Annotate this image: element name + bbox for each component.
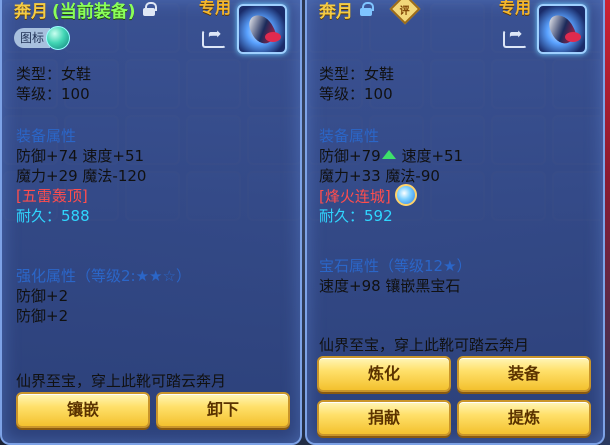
equipped-status: (当前装备) (52, 1, 136, 22)
appraisal-seal-icon: 评 (389, 0, 421, 25)
badge-label: 图标 (14, 28, 51, 48)
flavor-text: 仙界至宝，穿上此靴可踏云奔月 (16, 372, 227, 390)
refine-button[interactable]: 炼化 (317, 356, 451, 392)
attr-line: 魔力+29 魔法-120 (16, 167, 147, 185)
orb-icon (46, 26, 71, 50)
boots-item-icon (237, 4, 287, 54)
lock-icon[interactable] (142, 2, 157, 16)
equip-attr-heading: 装备属性 (16, 127, 77, 145)
gem-line: 速度+98 镶嵌黑宝石 (319, 277, 461, 295)
enhance-line: 防御+2 (16, 307, 69, 325)
equip-attr-heading: 装备属性 (319, 127, 380, 145)
unequip-button[interactable]: 卸下 (156, 392, 290, 428)
item-type: 类型：女鞋 (319, 65, 395, 83)
attr-line: 魔力+33 魔法-90 (319, 167, 440, 185)
extract-button[interactable]: 提炼 (457, 400, 591, 436)
equipped-item-tooltip: 奔月 (当前装备) 专用 图标 类型：女鞋 等级：100 装备属性 防御+74 … (0, 0, 302, 445)
special-effect: [烽火连城] (319, 187, 391, 206)
share-icon[interactable] (202, 24, 226, 48)
item-level: 等级：100 (16, 85, 90, 103)
item-title: 奔月 (当前装备) (14, 0, 157, 22)
flavor-text: 仙界至宝，穿上此靴可踏云奔月 (319, 336, 530, 354)
inlay-button[interactable]: 镶嵌 (16, 392, 150, 428)
special-effect: [五雷轰顶] (16, 187, 88, 205)
item-attributes: 类型：女鞋 等级：100 (16, 64, 91, 104)
defense-value: 防御+79 (319, 147, 381, 165)
equip-attributes: 装备属性 防御+74 速度+51 魔力+29 魔法-120 [五雷轰顶] 耐久：… (16, 126, 146, 226)
enhance-attributes: 强化属性（等级2:★★☆） 防御+2 防御+2 (16, 266, 191, 326)
attr-line: 防御+74 速度+51 (16, 147, 145, 165)
equip-attributes: 装备属性 防御+79 速度+51 魔力+33 魔法-90 [烽火连城] 耐久：5… (319, 126, 463, 226)
refresh-icon[interactable] (394, 184, 417, 206)
enhance-line: 防御+2 (16, 287, 69, 305)
item-name: 奔月 (14, 1, 48, 22)
speed-value: 速度+51 (401, 147, 464, 165)
equip-button[interactable]: 装备 (457, 356, 591, 392)
attr-line: 防御+79 速度+51 (319, 146, 463, 166)
icon-badge[interactable]: 图标 (14, 26, 71, 50)
exclusive-label: 专用 (499, 0, 532, 17)
durability: 耐久：588 (16, 207, 90, 225)
donate-button[interactable]: 捐献 (317, 400, 451, 436)
gem-attributes: 宝石属性（等级12★） 速度+98 镶嵌黑宝石 (319, 256, 472, 296)
item-title: 奔月 评 (319, 0, 421, 25)
item-name: 奔月 (319, 1, 353, 22)
enhance-heading: 强化属性（等级2:★★☆） (16, 267, 191, 285)
boots-item-icon (537, 4, 587, 54)
item-level: 等级：100 (319, 85, 393, 103)
durability: 耐久：592 (319, 207, 393, 225)
gem-heading: 宝石属性（等级12★） (319, 257, 472, 275)
lock-icon[interactable] (360, 2, 374, 16)
arrow-up-icon (381, 150, 396, 159)
exclusive-label: 专用 (199, 0, 232, 17)
item-attributes: 类型：女鞋 等级：100 (319, 64, 394, 104)
item-type: 类型：女鞋 (16, 65, 92, 83)
share-icon[interactable] (503, 24, 527, 48)
special-effect-row: [烽火连城] (319, 184, 463, 206)
compare-item-tooltip: 奔月 评 专用 类型：女鞋 等级：100 装备属性 防御+79 速度+51 魔力… (305, 0, 605, 445)
